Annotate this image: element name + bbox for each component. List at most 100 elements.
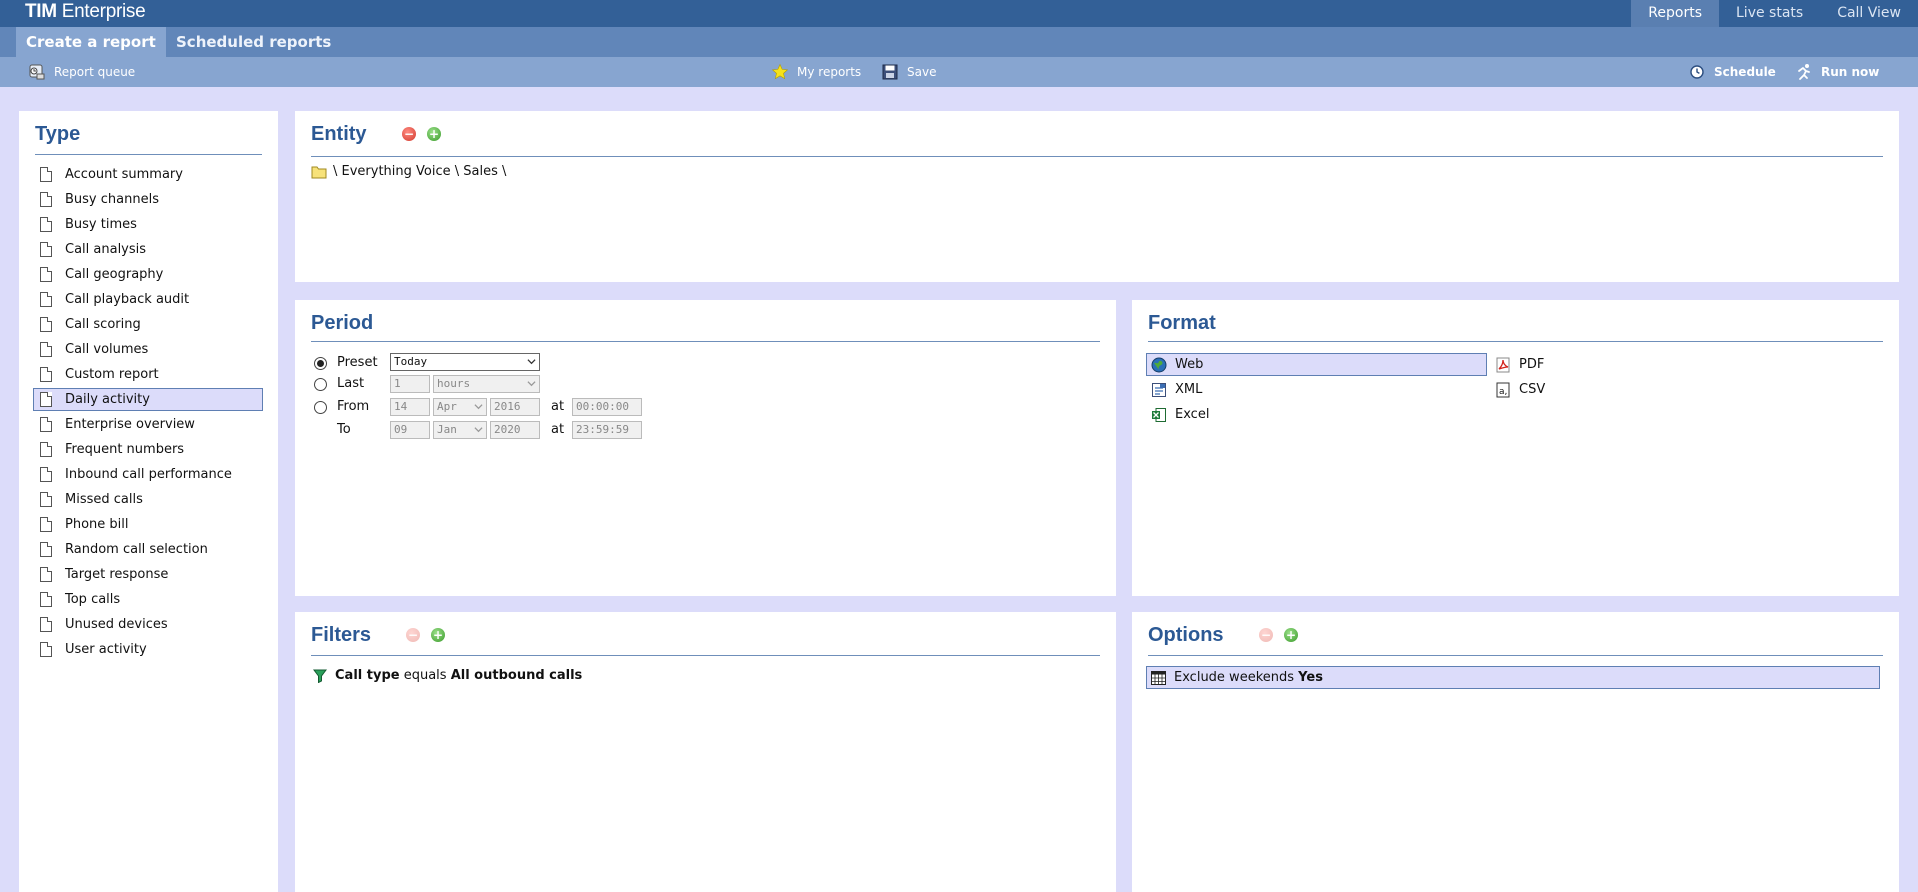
format-pdf[interactable]: PDF [1490,353,1690,376]
report-queue-button[interactable]: Report queue [28,63,135,81]
to-time-input[interactable]: 23:59:59 [572,421,642,439]
document-icon [40,442,52,457]
format-csv[interactable]: a, CSV [1490,378,1690,401]
report-type-item[interactable]: Call scoring [33,313,263,336]
report-type-item[interactable]: Daily activity [33,388,263,411]
save-label: Save [907,65,937,79]
report-type-item[interactable]: Unused devices [33,613,263,636]
format-web[interactable]: Web [1146,353,1487,376]
report-type-list: Account summary Busy channels Busy times Ca… [33,163,263,663]
report-type-item[interactable]: User activity [33,638,263,661]
format-xml[interactable]: XML [1146,378,1487,401]
report-type-item[interactable]: Enterprise overview [33,413,263,436]
report-queue-icon [28,63,46,81]
my-reports-button[interactable]: My reports [771,63,861,81]
format-excel[interactable]: Excel [1146,403,1487,426]
to-day-input[interactable]: 09 [390,421,430,439]
chevron-down-icon [474,427,483,433]
sub-nav: Create a report Scheduled reports [0,27,1918,57]
save-button[interactable]: Save [881,63,936,81]
remove-filter-icon[interactable]: − [406,628,420,642]
options-panel: Options − + Exclude weekends Yes [1132,612,1899,892]
add-entity-icon[interactable]: + [427,127,441,141]
top-bar: TIM Enterprise Reports Live stats Call V… [0,0,1918,27]
document-icon [40,217,52,232]
xml-file-icon [1151,382,1167,398]
runner-icon [1795,63,1813,81]
report-type-item[interactable]: Call playback audit [33,288,263,311]
filter-item[interactable]: Call type equals All outbound calls [313,668,582,683]
last-unit-value: hours [437,377,471,390]
report-type-label: Custom report [65,367,159,382]
format-pdf-label: PDF [1519,357,1545,372]
options-divider [1148,655,1883,656]
report-type-label: Busy times [65,217,137,232]
filter-value: All outbound calls [450,668,583,683]
document-icon [40,592,52,607]
preset-select[interactable]: Today [390,353,540,371]
add-filter-icon[interactable]: + [431,628,445,642]
format-excel-label: Excel [1175,407,1210,422]
period-title: Period [311,312,374,334]
to-month-select[interactable]: Jan [433,421,487,439]
run-now-button[interactable]: Run now [1795,63,1879,81]
entity-path-item[interactable]: \ Everything Voice \ Sales \ [311,164,506,179]
report-type-item[interactable]: Call analysis [33,238,263,261]
last-count-input[interactable]: 1 [390,375,430,393]
report-type-item[interactable]: Busy channels [33,188,263,211]
globe-icon [1151,357,1167,373]
report-type-item[interactable]: Missed calls [33,488,263,511]
star-icon [771,63,789,81]
schedule-label: Schedule [1714,65,1776,79]
document-icon [40,617,52,632]
nav-call-view[interactable]: Call View [1820,0,1918,27]
tab-scheduled-reports[interactable]: Scheduled reports [166,27,341,57]
report-type-item[interactable]: Call geography [33,263,263,286]
calendar-icon [1151,670,1166,685]
add-option-icon[interactable]: + [1284,628,1298,642]
document-icon [40,342,52,357]
from-month-select[interactable]: Apr [433,398,487,416]
report-type-label: Missed calls [65,492,143,507]
report-type-item[interactable]: Call volumes [33,338,263,361]
document-icon [40,242,52,257]
document-icon [40,292,52,307]
from-day-input[interactable]: 14 [390,398,430,416]
remove-option-icon[interactable]: − [1259,628,1273,642]
option-label: Exclude weekends [1174,670,1295,685]
clock-icon [1688,63,1706,81]
nav-reports[interactable]: Reports [1631,0,1719,27]
nav-live-stats[interactable]: Live stats [1719,0,1820,27]
report-type-label: Account summary [65,167,183,182]
last-label: Last [337,376,365,391]
from-year-input[interactable]: 2016 [490,398,540,416]
last-unit-select[interactable]: hours [433,375,540,393]
document-icon [40,467,52,482]
type-panel: Type Account summary Busy channels Busy ti… [19,111,278,892]
report-type-item[interactable]: Custom report [33,363,263,386]
report-type-item[interactable]: Top calls [33,588,263,611]
document-icon [40,492,52,507]
report-type-item[interactable]: Frequent numbers [33,438,263,461]
from-time-input[interactable]: 00:00:00 [572,398,642,416]
preset-radio[interactable] [314,357,327,370]
tab-create-report[interactable]: Create a report [16,27,166,57]
schedule-button[interactable]: Schedule [1688,63,1776,81]
report-type-item[interactable]: Inbound call performance [33,463,263,486]
last-radio[interactable] [314,378,327,391]
document-icon [40,417,52,432]
to-year-input[interactable]: 2020 [490,421,540,439]
from-radio[interactable] [314,401,327,414]
report-type-item[interactable]: Random call selection [33,538,263,561]
report-type-item[interactable]: Phone bill [33,513,263,536]
type-divider [35,154,262,155]
report-type-item[interactable]: Busy times [33,213,263,236]
report-type-item[interactable]: Target response [33,563,263,586]
report-type-item[interactable]: Account summary [33,163,263,186]
report-type-label: Random call selection [65,542,208,557]
report-type-label: Frequent numbers [65,442,185,457]
option-item[interactable]: Exclude weekends Yes [1146,666,1880,689]
report-queue-label: Report queue [54,65,136,79]
remove-entity-icon[interactable]: − [402,127,416,141]
format-divider [1148,341,1883,342]
